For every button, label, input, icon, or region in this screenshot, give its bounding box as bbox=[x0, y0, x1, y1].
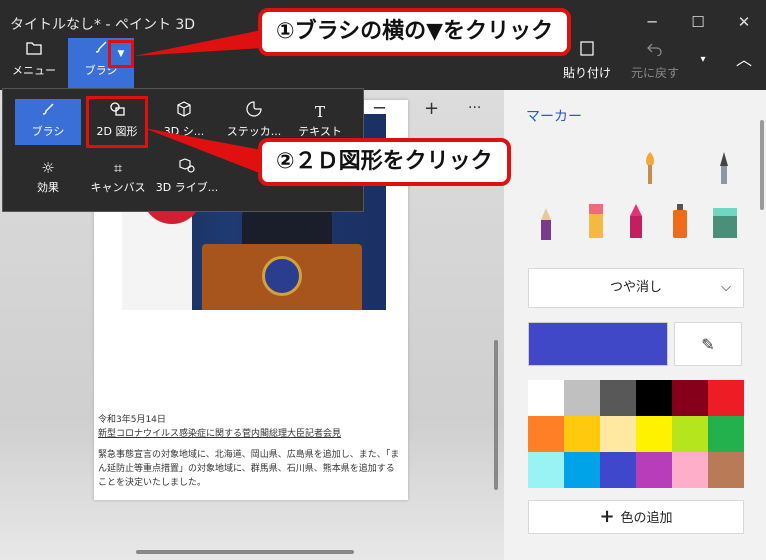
paint3d-window: タイトルなし* - ペイント 3D ─ ☐ ✕ メニュー ブラシ ▼ 貼り付け bbox=[0, 0, 766, 560]
callout-step1: ①ブラシの横の▼をクリック bbox=[258, 8, 572, 56]
callout-step2: ②２Ｄ図形をクリック bbox=[258, 138, 511, 186]
callout-pointer-1 bbox=[134, 30, 262, 56]
callout-arrows bbox=[134, 30, 262, 174]
callout-pointer-2 bbox=[144, 128, 262, 174]
